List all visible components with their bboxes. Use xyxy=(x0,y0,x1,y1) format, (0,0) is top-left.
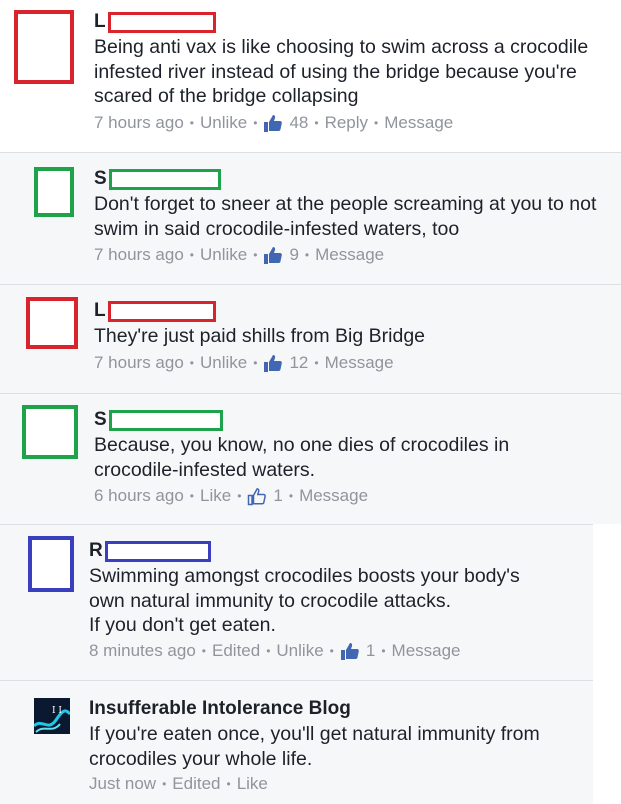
edited-label[interactable]: Edited xyxy=(172,772,220,796)
comment-4: S Because, you know, no one dies of croc… xyxy=(0,394,621,524)
comment-meta: 7 hours ago • Unlike • 12 • Message xyxy=(94,351,394,375)
like-thumb-icon[interactable] xyxy=(263,245,283,265)
edited-label[interactable]: Edited xyxy=(212,639,260,663)
message-button[interactable]: Message xyxy=(392,639,461,663)
comment-meta: 7 hours ago • Unlike • 48 • Reply • Mess… xyxy=(94,111,453,135)
author-name[interactable]: S xyxy=(94,408,107,432)
separator-dot: • xyxy=(189,116,194,130)
separator-dot: • xyxy=(189,489,194,503)
unlike-button[interactable]: Unlike xyxy=(276,639,323,663)
comment-meta: Just now • Edited • Like xyxy=(89,772,268,796)
like-button[interactable]: Like xyxy=(237,772,268,796)
separator-dot: • xyxy=(189,248,194,262)
blog-logo-icon: I I xyxy=(34,698,70,734)
separator-dot: • xyxy=(266,644,271,658)
comment-1: L Being anti vax is like choosing to swi… xyxy=(0,0,621,152)
avatar[interactable] xyxy=(28,536,74,592)
separator-dot: • xyxy=(189,356,194,370)
comment-3: L They're just paid shills from Big Brid… xyxy=(0,285,621,393)
unlike-button[interactable]: Unlike xyxy=(200,351,247,375)
separator-dot: • xyxy=(288,489,294,503)
like-count[interactable]: 1 xyxy=(366,639,375,663)
unlike-button[interactable]: Unlike xyxy=(200,243,247,267)
comment-line: Swimming amongst crocodiles boosts your … xyxy=(89,565,520,587)
message-button[interactable]: Message xyxy=(299,484,368,508)
separator-dot: • xyxy=(226,777,231,791)
like-count[interactable]: 48 xyxy=(289,111,308,135)
like-thumb-outline-icon[interactable] xyxy=(247,486,267,506)
like-count[interactable]: 1 xyxy=(273,484,282,508)
like-button[interactable]: Like xyxy=(200,484,231,508)
blog-avatar[interactable]: I I xyxy=(34,698,70,734)
comment-6: I I Insufferable Intolerance Blog If you… xyxy=(0,681,621,804)
comment-text: If you're eaten once, you'll get natural… xyxy=(89,723,540,770)
message-button[interactable]: Message xyxy=(325,351,394,375)
separator-dot: • xyxy=(314,116,319,130)
redacted-name xyxy=(108,168,221,190)
message-button[interactable]: Message xyxy=(384,111,453,135)
comment-line: If you don't get eaten. xyxy=(89,614,276,636)
author-name[interactable]: L xyxy=(94,299,106,323)
comment-line: own natural immunity to crocodile attack… xyxy=(89,589,451,612)
avatar[interactable] xyxy=(26,297,78,349)
author-name[interactable]: L xyxy=(94,10,106,34)
like-thumb-icon[interactable] xyxy=(340,641,360,661)
separator-dot: • xyxy=(381,644,386,658)
unlike-button[interactable]: Unlike xyxy=(200,111,247,135)
separator-dot: • xyxy=(253,116,258,130)
separator-dot: • xyxy=(162,777,167,791)
separator-dot: • xyxy=(304,248,310,262)
redacted-name xyxy=(104,540,211,562)
reply-button[interactable]: Reply xyxy=(325,111,368,135)
comment-text: Being anti vax is like choosing to swim … xyxy=(94,36,589,107)
avatar[interactable] xyxy=(34,167,74,217)
like-thumb-icon[interactable] xyxy=(263,353,283,373)
author-name[interactable]: S xyxy=(94,167,107,191)
comment-meta: 7 hours ago • Unlike • 9 • Message xyxy=(94,243,384,267)
svg-text:I I: I I xyxy=(52,706,62,716)
timestamp[interactable]: Just now xyxy=(89,772,156,796)
timestamp[interactable]: 7 hours ago xyxy=(94,111,184,135)
timestamp[interactable]: 7 hours ago xyxy=(94,243,184,267)
author-name[interactable]: R xyxy=(89,539,103,563)
author-name[interactable]: Insufferable Intolerance Blog xyxy=(89,697,351,721)
avatar[interactable] xyxy=(14,10,74,84)
separator-dot: • xyxy=(314,356,319,370)
comment-text: Don't forget to sneer at the people scre… xyxy=(94,193,597,240)
right-edge xyxy=(593,524,621,804)
separator-dot: • xyxy=(253,248,258,262)
separator-dot: • xyxy=(374,116,379,130)
comment-5: R Swimming amongst crocodiles boosts you… xyxy=(0,525,621,680)
comment-text: Because, you know, no one dies of crocod… xyxy=(94,434,510,481)
redacted-name xyxy=(108,409,223,431)
separator-dot: • xyxy=(253,356,258,370)
like-thumb-icon[interactable] xyxy=(263,113,283,133)
separator-dot: • xyxy=(201,644,206,658)
like-count[interactable]: 12 xyxy=(289,351,308,375)
avatar[interactable] xyxy=(22,405,78,459)
like-count[interactable]: 9 xyxy=(289,243,298,267)
comment-meta: 6 hours ago • Like • 1 • Message xyxy=(94,484,368,508)
timestamp[interactable]: 8 minutes ago xyxy=(89,639,196,663)
redacted-name xyxy=(107,11,216,33)
comment-text: They're just paid shills from Big Bridge xyxy=(94,325,426,347)
timestamp[interactable]: 6 hours ago xyxy=(94,484,184,508)
message-button[interactable]: Message xyxy=(315,243,384,267)
comment-text: Swimming amongst crocodiles boosts your … xyxy=(89,564,604,638)
separator-dot: • xyxy=(237,489,242,503)
timestamp[interactable]: 7 hours ago xyxy=(94,351,184,375)
comment-meta: 8 minutes ago • Edited • Unlike • 1 • Me… xyxy=(89,639,461,663)
separator-dot: • xyxy=(329,644,334,658)
comment-2: S Don't forget to sneer at the people sc… xyxy=(0,153,621,284)
redacted-name xyxy=(107,300,216,322)
